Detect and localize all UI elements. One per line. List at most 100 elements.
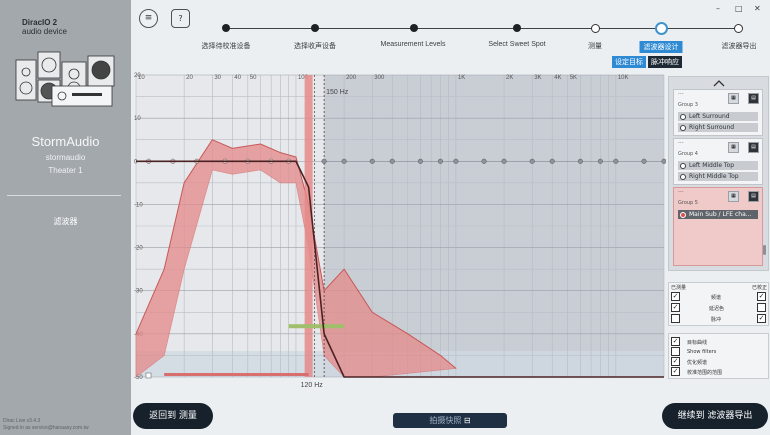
channel-left-middle-top[interactable]: Left Middle Top [678, 161, 758, 170]
eye-icon[interactable]: ▦ [728, 191, 739, 202]
control-point [529, 158, 535, 164]
target-curve-checkbox[interactable]: ✓ [671, 337, 680, 346]
step-label-5[interactable]: 测量 [588, 41, 602, 51]
snapshot-label: 拍摄快照 [429, 416, 462, 425]
back-button[interactable]: 返回到 测量 [133, 403, 213, 429]
show-filters-checkbox[interactable] [671, 347, 680, 356]
control-point [641, 158, 647, 164]
maximize-icon[interactable]: □ [735, 4, 743, 13]
measured-delay-checkbox[interactable]: ✓ [671, 303, 680, 312]
tab-impulse[interactable]: 脉冲响应 [648, 56, 682, 68]
step-label-1[interactable]: 选择待校准设备 [202, 41, 251, 51]
step-label-4[interactable]: Select Sweet Spot [488, 41, 545, 48]
control-point [577, 158, 583, 164]
channel-left-surround[interactable]: Left Surround [678, 112, 758, 121]
brand-subtitle: audio device [22, 27, 67, 36]
step-label-2[interactable]: 选择收声设备 [294, 41, 336, 51]
device-model: Theater 1 [48, 166, 83, 175]
control-point [389, 158, 395, 164]
x-tick-label: 200 [346, 75, 357, 81]
help-icon: ? [178, 14, 183, 23]
control-point [369, 158, 375, 164]
step-dot-2[interactable] [311, 24, 319, 32]
x-tick-label: 4K [554, 75, 561, 81]
legend-panel: 已测量 已校正 ✓ 频谱 ✓ ✓ 延迟色 脉冲 ✓ [668, 282, 769, 326]
snapshot-button[interactable]: 拍摄快照 ⊟ [393, 413, 507, 428]
help-button[interactable]: ? [171, 9, 190, 28]
menu-icon: ≡ [144, 13, 153, 23]
group-dots: ··· [678, 91, 684, 98]
y-tick-label: 10 [134, 116, 141, 122]
step-dot-3[interactable] [410, 24, 418, 32]
step-dot-4[interactable] [513, 24, 521, 32]
brand-logo: DiracIO 2 audio device [22, 18, 67, 36]
step-dot-5[interactable] [591, 24, 600, 33]
minimize-icon[interactable]: – [716, 4, 720, 13]
signed-in-text: Signed in as service@hanaasy.com.tw [3, 425, 89, 431]
x-tick-label: 40 [234, 75, 241, 81]
filter-chart[interactable]: 10203040501002003001K2K3K4K5K10K20K20100… [131, 70, 666, 400]
corrected-spectrum-checkbox[interactable]: ✓ [757, 292, 766, 301]
device-vendor: stormaudio [45, 153, 86, 162]
range-marker [288, 324, 345, 329]
expand-icon[interactable]: ▤ [748, 191, 759, 202]
step-dot-7[interactable] [734, 24, 743, 33]
group-name: Group 4 [678, 151, 698, 157]
control-point [341, 158, 347, 164]
tab-target[interactable]: 设定目标 [612, 56, 646, 68]
group-card-3[interactable]: ··· ▦ ▤ Group 3 Left Surround Right Surr… [673, 89, 763, 136]
step-bar: ≡ ? 选择待校准设备 选择收声设备 Measurement Levels Se… [131, 0, 770, 70]
eye-icon[interactable]: ▦ [728, 93, 739, 104]
control-point [613, 158, 619, 164]
bottom-bar: 返回到 测量 拍摄快照 ⊟ 继续到 滤波器导出 [131, 400, 770, 435]
step-label-3[interactable]: Measurement Levels [381, 41, 446, 48]
measured-impulse-checkbox[interactable] [671, 314, 680, 323]
y-tick-label: 20 [134, 73, 141, 79]
scroll-up-icon[interactable] [713, 79, 725, 87]
calibration-range-checkbox[interactable]: ✓ [671, 367, 680, 376]
group-dots: ··· [678, 140, 684, 147]
group-panel: ··· ▦ ▤ Group 3 Left Surround Right Surr… [668, 76, 769, 271]
x-tick-label: 50 [250, 75, 257, 81]
device-illustration [15, 51, 115, 107]
corrected-impulse-checkbox[interactable]: ✓ [757, 314, 766, 323]
legend-row-label: 延迟色 [709, 306, 725, 312]
cursor-label: 150 Hz [326, 89, 349, 96]
x-tick-label: 1K [458, 75, 465, 81]
y-tick-label: -50 [134, 375, 143, 381]
channel-main-sub[interactable]: Main Sub / LFE cha... [678, 210, 758, 219]
channel-right-surround[interactable]: Right Surround [678, 123, 758, 132]
sidebar: DiracIO 2 audio device StormAudio storma… [0, 0, 131, 435]
step-dot-6[interactable] [655, 22, 668, 35]
step-dot-1[interactable] [222, 24, 230, 32]
control-point [417, 158, 423, 164]
corrected-delay-checkbox[interactable] [757, 303, 766, 312]
menu-button[interactable]: ≡ [139, 9, 158, 28]
legend-row-label: 脉冲 [711, 317, 722, 323]
panel-scrollbar[interactable] [763, 245, 766, 255]
option-label: 优化频谱 [687, 360, 708, 366]
y-tick-label: -20 [134, 246, 143, 252]
group-dots: ··· [678, 189, 684, 196]
snapshot-icon: ⊟ [463, 416, 471, 425]
step-label-6[interactable]: 滤波器设计 [639, 41, 683, 53]
expand-icon[interactable]: ▤ [748, 93, 759, 104]
optimize-spectrum-checkbox[interactable]: ✓ [671, 357, 680, 366]
eye-icon[interactable]: ▦ [728, 142, 739, 153]
expand-icon[interactable]: ▤ [748, 142, 759, 153]
option-label: Show filters [687, 349, 717, 355]
option-label: 目标曲线 [687, 340, 708, 346]
crossover-label: 120 Hz [301, 382, 324, 389]
option-label: 校准范围的范围 [687, 370, 723, 376]
channel-right-middle-top[interactable]: Right Middle Top [678, 172, 758, 181]
step-label-7[interactable]: 滤波器导出 [722, 41, 757, 51]
group-card-4[interactable]: ··· ▦ ▤ Group 4 Left Middle Top Right Mi… [673, 138, 763, 185]
measured-spectrum-checkbox[interactable]: ✓ [671, 292, 680, 301]
next-button[interactable]: 继续到 滤波器导出 [662, 403, 768, 429]
control-point [481, 158, 487, 164]
close-icon[interactable]: ✕ [754, 4, 761, 13]
control-point [597, 158, 603, 164]
group-card-5[interactable]: ··· ▦ ▤ Group 5 Main Sub / LFE cha... [673, 187, 763, 266]
control-point [453, 158, 459, 164]
control-point [549, 158, 555, 164]
